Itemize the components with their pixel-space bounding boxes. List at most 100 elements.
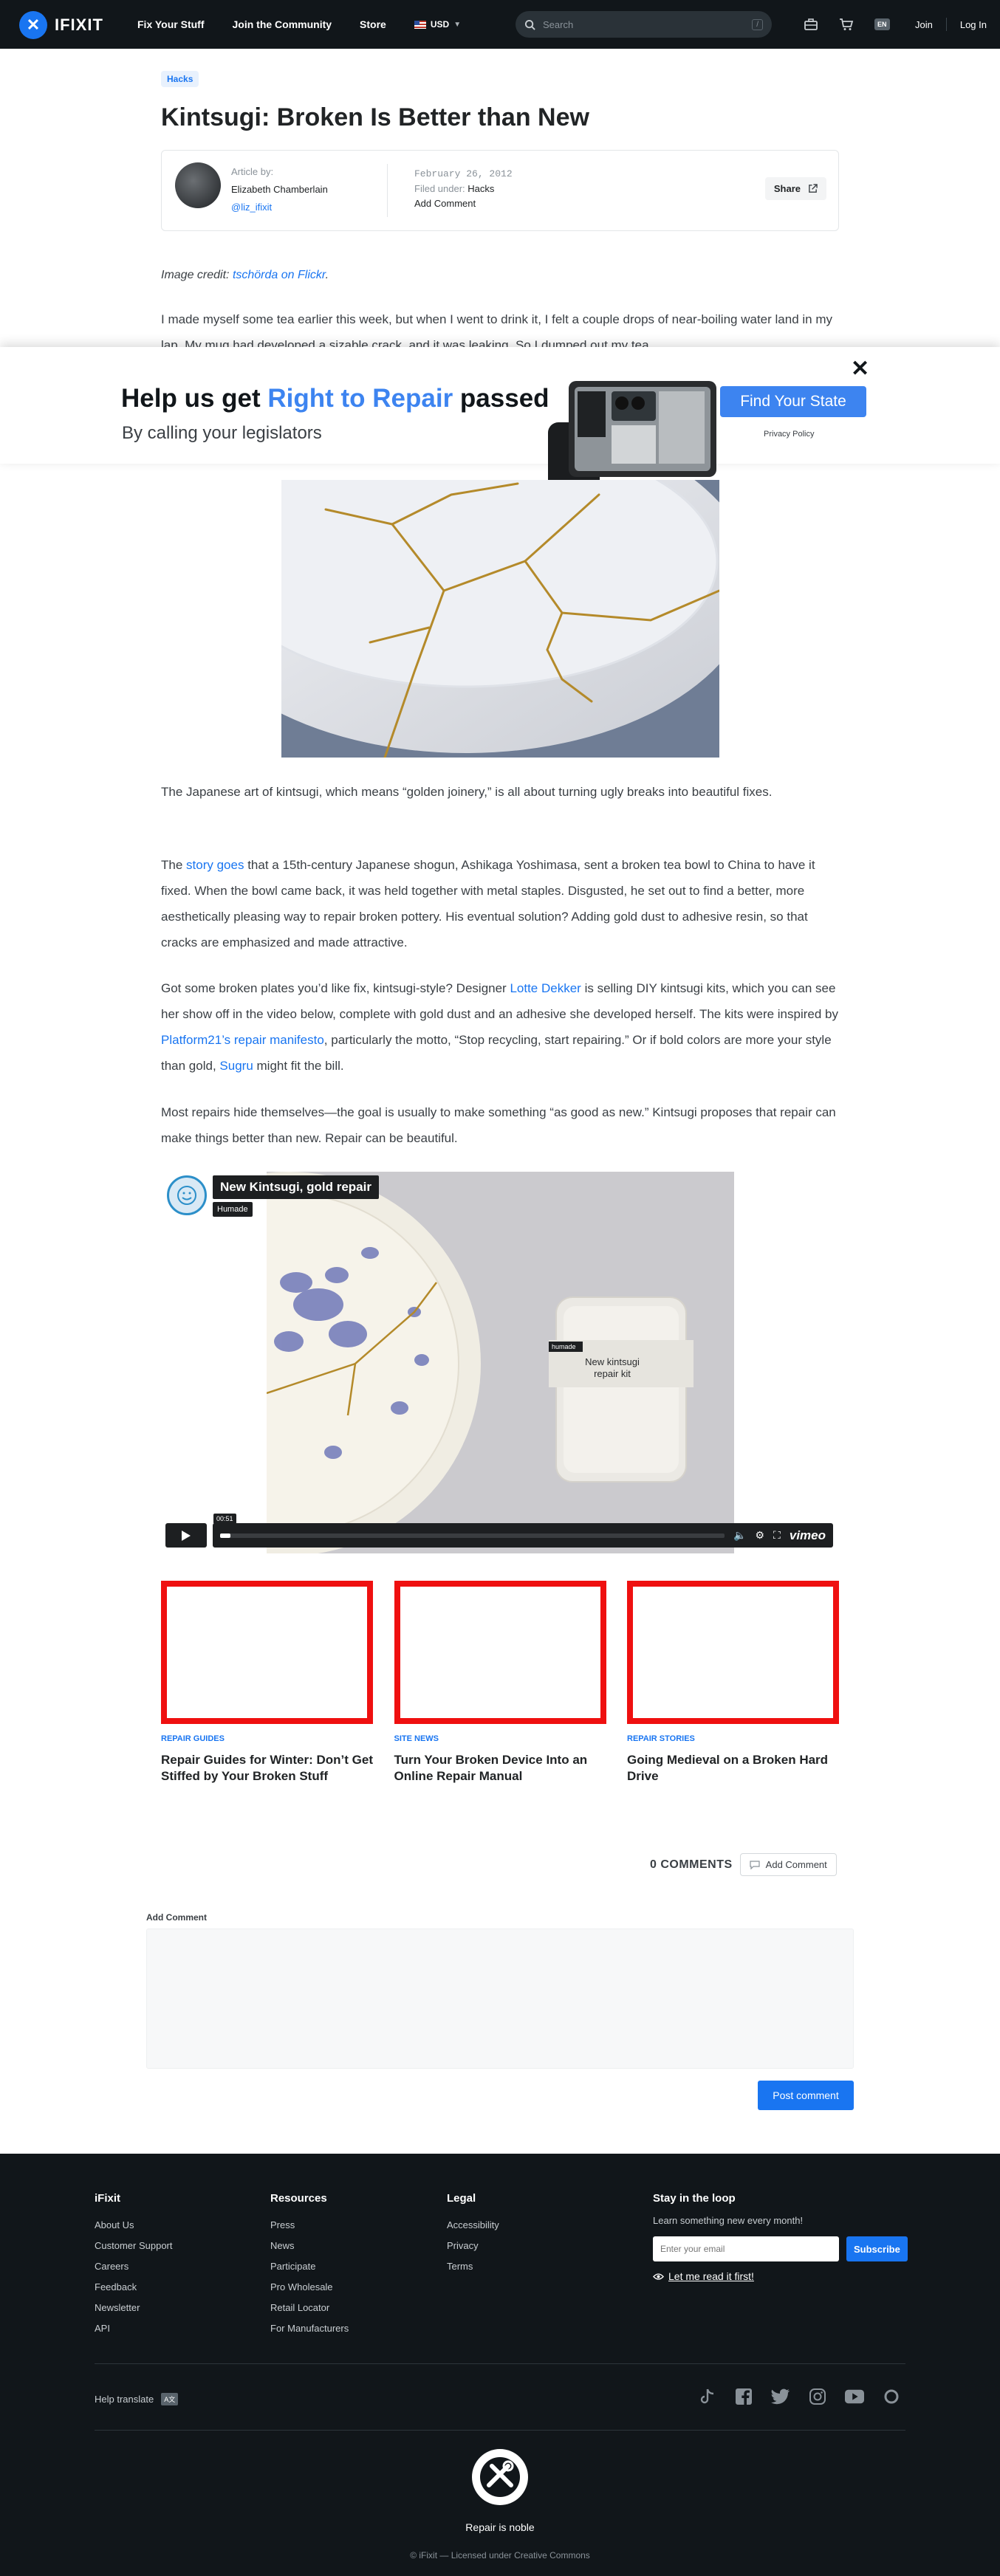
- us-flag-icon: [414, 20, 426, 29]
- toolbox-icon[interactable]: [804, 17, 818, 32]
- platform21-link[interactable]: Platform21’s repair manifesto: [161, 1033, 324, 1047]
- close-banner-icon[interactable]: ✕: [851, 356, 869, 382]
- related-card-category[interactable]: REPAIR STORIES: [627, 1734, 839, 1743]
- share-label: Share: [773, 183, 801, 194]
- fullscreen-icon[interactable]: ⛶: [773, 1529, 781, 1542]
- related-card-image[interactable]: [394, 1581, 606, 1724]
- footer-link[interactable]: News: [270, 2236, 349, 2256]
- footer-link[interactable]: Careers: [95, 2256, 173, 2277]
- add-comment-button[interactable]: Add Comment: [739, 1853, 837, 1876]
- kit-label-1: New kintsugi: [585, 1356, 640, 1367]
- related-card-title[interactable]: Turn Your Broken Device Into an Online R…: [394, 1752, 606, 1785]
- footer-copyright: © iFixit — Licensed under Creative Commo…: [410, 2550, 590, 2560]
- nav-store[interactable]: Store: [360, 18, 386, 30]
- currency-label: USD: [430, 19, 450, 30]
- tiktok-icon[interactable]: [697, 2387, 716, 2406]
- author-name[interactable]: Elizabeth Chamberlain: [231, 181, 328, 199]
- footer-link[interactable]: Terms: [447, 2256, 499, 2277]
- play-button[interactable]: [165, 1523, 207, 1548]
- search-bar[interactable]: /: [516, 11, 772, 38]
- video-player[interactable]: humade New kintsugi repair kit: [267, 1172, 734, 1553]
- footer-link[interactable]: API: [95, 2318, 173, 2339]
- related-card[interactable]: SITE NEWS Turn Your Broken Device Into a…: [394, 1581, 606, 1785]
- article-by-label: Article by:: [231, 166, 274, 177]
- video-title[interactable]: New Kintsugi, gold repair: [213, 1175, 379, 1199]
- volume-icon[interactable]: 🔈: [733, 1529, 746, 1542]
- related-card-category[interactable]: REPAIR GUIDES: [161, 1734, 373, 1743]
- footer-link[interactable]: Accessibility: [447, 2215, 499, 2236]
- newsletter-email-input[interactable]: [653, 2236, 839, 2261]
- youtube-icon[interactable]: [845, 2387, 864, 2406]
- nav-icon-group: EN: [804, 0, 890, 49]
- footer-heading: Legal: [447, 2192, 476, 2205]
- circle-social-icon[interactable]: [882, 2387, 901, 2406]
- image-credit-link[interactable]: tschörda on Flickr: [233, 269, 326, 281]
- related-card-image[interactable]: [161, 1581, 373, 1724]
- post-meta: February 26, 2012 Filed under: Hacks Add…: [414, 167, 513, 211]
- author-avatar[interactable]: [175, 162, 221, 208]
- footer-col-ifixit: iFixit About Us Customer Support Careers…: [95, 2192, 173, 2339]
- video-title-block: New Kintsugi, gold repair Humade: [213, 1175, 379, 1217]
- post-date: February 26, 2012: [414, 168, 513, 179]
- subscribe-button[interactable]: Subscribe: [846, 2236, 908, 2261]
- related-card-category[interactable]: SITE NEWS: [394, 1734, 606, 1743]
- footer-link[interactable]: Retail Locator: [270, 2298, 349, 2318]
- related-card-title[interactable]: Going Medieval on a Broken Hard Drive: [627, 1752, 839, 1785]
- footer-link[interactable]: Privacy: [447, 2236, 499, 2256]
- story-goes-link[interactable]: story goes: [186, 858, 244, 872]
- related-card-image[interactable]: [627, 1581, 839, 1724]
- footer-link[interactable]: Newsletter: [95, 2298, 173, 2318]
- filed-under-link[interactable]: Hacks: [468, 183, 494, 194]
- cart-icon[interactable]: [839, 17, 854, 32]
- article-title: Kintsugi: Broken Is Better than New: [161, 103, 589, 131]
- image-credit: Image credit: tschörda on Flickr.: [161, 269, 329, 281]
- related-card[interactable]: REPAIR STORIES Going Medieval on a Broke…: [627, 1581, 839, 1785]
- filed-under-label: Filed under:: [414, 183, 465, 194]
- lotte-dekker-link[interactable]: Lotte Dekker: [510, 981, 581, 995]
- help-translate[interactable]: Help translate A文: [95, 2393, 179, 2405]
- read-first-link[interactable]: Let me read it first!: [653, 2270, 908, 2282]
- video-channel-name[interactable]: Humade: [213, 1202, 253, 1217]
- instagram-icon[interactable]: [808, 2387, 827, 2406]
- post-comment-button[interactable]: Post comment: [758, 2081, 854, 2110]
- video-seek-track[interactable]: [220, 1533, 725, 1538]
- currency-selector[interactable]: USD ▼: [414, 19, 461, 30]
- search-input[interactable]: [543, 18, 745, 30]
- newsletter-signup: Stay in the loop Learn something new eve…: [653, 2192, 908, 2282]
- settings-gear-icon[interactable]: ⚙: [755, 1529, 764, 1542]
- share-button[interactable]: Share: [764, 177, 826, 200]
- video-controls: 🔈 ⚙ ⛶ vimeo: [165, 1523, 833, 1548]
- footer-link[interactable]: Feedback: [95, 2277, 173, 2298]
- twitter-icon[interactable]: [771, 2387, 790, 2406]
- find-your-state-button[interactable]: Find Your State: [720, 386, 866, 417]
- footer-link[interactable]: Press: [270, 2215, 349, 2236]
- privacy-policy-link[interactable]: Privacy Policy: [764, 430, 814, 439]
- nav-fix-your-stuff[interactable]: Fix Your Stuff: [137, 18, 204, 30]
- footer-link[interactable]: Participate: [270, 2256, 349, 2277]
- add-comment-link[interactable]: Add Comment: [414, 196, 513, 211]
- related-card[interactable]: REPAIR GUIDES Repair Guides for Winter: …: [161, 1581, 373, 1785]
- join-link[interactable]: Join: [915, 19, 933, 30]
- footer-heading: iFixit: [95, 2192, 121, 2205]
- top-navbar: ✕ IFIXIT Fix Your Stuff Join the Communi…: [0, 0, 1000, 49]
- author-handle-link[interactable]: @liz_ifixit: [231, 202, 272, 213]
- footer-link[interactable]: For Manufacturers: [270, 2318, 349, 2339]
- sugru-link[interactable]: Sugru: [219, 1059, 253, 1073]
- nav-join-community[interactable]: Join the Community: [232, 18, 332, 30]
- related-card-title[interactable]: Repair Guides for Winter: Don’t Get Stif…: [161, 1752, 373, 1785]
- language-selector[interactable]: EN: [874, 18, 890, 30]
- channel-avatar-icon[interactable]: [167, 1175, 207, 1215]
- facebook-icon[interactable]: [734, 2387, 753, 2406]
- comment-bubble-icon: [750, 1860, 760, 1869]
- comment-textarea[interactable]: [146, 1928, 854, 2069]
- footer-link[interactable]: Customer Support: [95, 2236, 173, 2256]
- ifixit-logo-icon: ✕: [19, 11, 47, 39]
- vimeo-logo[interactable]: vimeo: [790, 1528, 826, 1543]
- category-tag[interactable]: Hacks: [161, 71, 199, 87]
- login-link[interactable]: Log In: [960, 19, 987, 30]
- footer-link[interactable]: Pro Wholesale: [270, 2277, 349, 2298]
- ifixit-logo[interactable]: ✕ IFIXIT: [19, 11, 103, 39]
- video-timecode: 00:51: [213, 1514, 236, 1524]
- footer-link[interactable]: About Us: [95, 2215, 173, 2236]
- auth-links: Join Log In: [915, 0, 987, 49]
